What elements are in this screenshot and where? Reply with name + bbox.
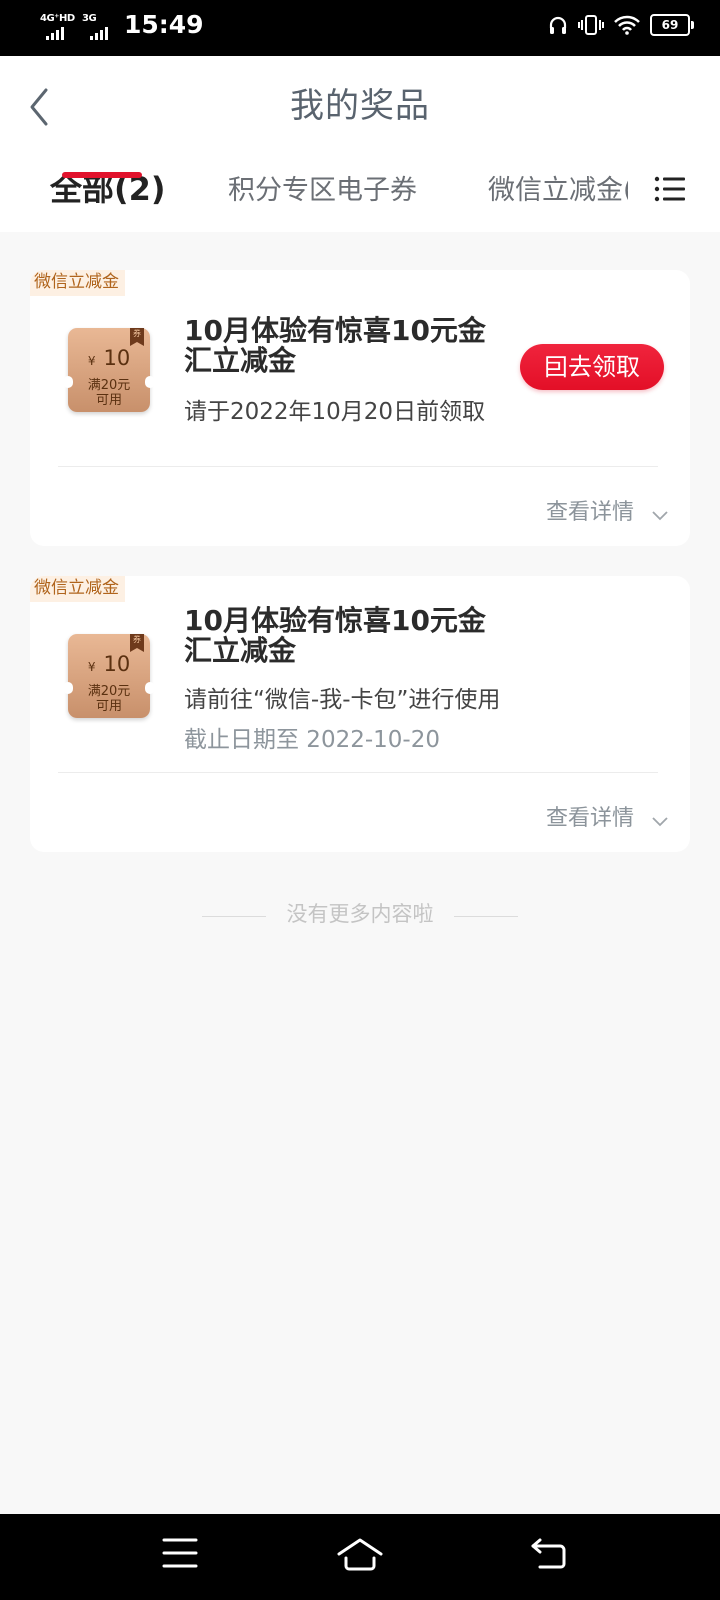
header: 我的奖品 全部(2) 积分专区电子券 微信立减金( [0, 56, 720, 232]
wifi-icon [614, 15, 640, 35]
prize-subtitle: 请前往“微信-我-卡包”进行使用 [184, 687, 501, 713]
battery-icon: 69 [650, 14, 694, 36]
category-tag: 微信立减金 [30, 270, 125, 296]
coupon-amount: 10 [103, 652, 131, 676]
list-menu-icon [654, 176, 685, 202]
coupon-ribbon-icon: 券 [130, 634, 144, 652]
expiry-date: 截止日期至 2022-10-20 [184, 727, 440, 753]
signal-bars-icon [90, 27, 108, 40]
coupon-condition-suffix: 可用 [95, 699, 122, 714]
view-details-label: 查看详情 [545, 500, 634, 525]
status-bar: 4G⁺HD 3G 15:49 69 [0, 0, 720, 56]
divider [58, 466, 658, 467]
coupon-condition-suffix: 可用 [95, 393, 122, 408]
page-title: 我的奖品 [290, 86, 430, 126]
end-note-line-right [454, 916, 518, 917]
category-tag: 微信立减金 [30, 576, 125, 602]
headphones-icon [549, 16, 567, 34]
view-details-button[interactable]: 查看详情 [546, 488, 668, 532]
view-details-label: 查看详情 [545, 806, 634, 831]
prize-card: 微信立减金 券 ¥10 满20元 可用 10月体验有惊喜10元金汇立减金 请前往… [30, 576, 690, 852]
coupon-currency: ¥ [87, 660, 96, 674]
claim-button[interactable]: 囙去领取 [520, 344, 664, 390]
coupon-icon: 券 ¥10 满20元 可用 [63, 328, 155, 412]
coupon-ribbon-icon: 券 [130, 328, 144, 346]
end-of-list-note: 没有更多内容啦 [286, 902, 434, 926]
coupon-amount: 10 [103, 346, 131, 370]
home-icon[interactable] [336, 1536, 384, 1572]
tab-points-coupons[interactable]: 积分专区电子券 [228, 168, 417, 207]
prize-title: 10月体验有惊喜10元金汇立减金 [184, 604, 486, 667]
coupon-icon: 券 ¥10 满20元 可用 [63, 634, 155, 718]
coupon-condition: 满20元 [87, 378, 131, 393]
network-type-3g: 3G [82, 13, 97, 24]
chevron-down-icon [652, 511, 668, 521]
coupon-condition: 满20元 [87, 684, 131, 699]
chevron-down-icon [652, 817, 668, 827]
system-nav-bar [0, 1514, 720, 1600]
vibrate-icon [578, 15, 604, 35]
back-icon[interactable] [530, 1536, 568, 1570]
tab-all[interactable]: 全部(2) [50, 164, 166, 210]
menu-icon[interactable] [162, 1536, 198, 1570]
network-indicator: 4G⁺HD 3G [40, 10, 118, 44]
network-type-4g: 4G⁺HD [40, 13, 75, 24]
list-menu-button[interactable] [654, 172, 686, 206]
prize-card: 微信立减金 券 ¥10 满20元 可用 10月体验有惊喜10元金汇立减金 请于2… [30, 270, 690, 546]
signal-bars-icon [46, 27, 64, 40]
coupon-currency: ¥ [87, 354, 96, 368]
prize-title: 10月体验有惊喜10元金汇立减金 [184, 314, 486, 377]
status-time: 15:49 [124, 10, 204, 39]
view-details-button[interactable]: 查看详情 [546, 794, 668, 838]
tab-wechat-discount[interactable]: 微信立减金( [488, 168, 628, 207]
prize-subtitle: 请于2022年10月20日前领取 [184, 399, 486, 425]
divider [58, 772, 658, 773]
active-tab-indicator [62, 172, 142, 178]
